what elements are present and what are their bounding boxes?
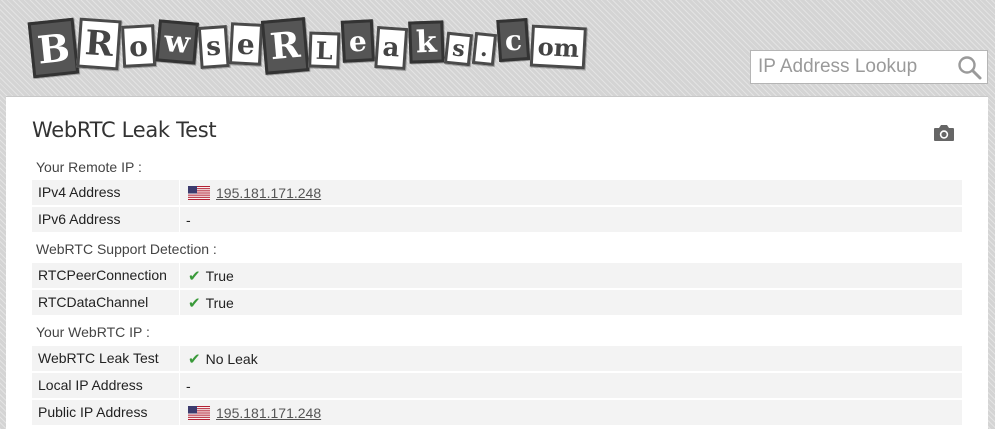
- row-value: -: [186, 211, 191, 228]
- ip-lookup-search: [750, 50, 988, 84]
- row-value: ✔ True: [180, 290, 234, 315]
- logo-letter: c: [496, 17, 530, 63]
- table-row: WebRTC Leak Test ✔ No Leak: [32, 346, 962, 371]
- status-text: True: [205, 267, 234, 284]
- logo-letter: e: [228, 22, 263, 66]
- logo-letter: L: [308, 31, 341, 69]
- logo-letter: om: [529, 24, 588, 70]
- page-title: WebRTC Leak Test: [32, 118, 217, 142]
- section-label-webrtc-ip: Your WebRTC IP :: [36, 324, 150, 340]
- logo-letter: R: [261, 17, 310, 75]
- row-value: 195.181.171.248: [180, 180, 321, 205]
- row-value: 195.181.171.248: [180, 400, 321, 425]
- table-row: RTCDataChannel ✔ True: [32, 290, 962, 315]
- checkmark-icon: ✔: [188, 349, 201, 368]
- row-value: ✔ True: [180, 263, 234, 288]
- logo-letter: e: [340, 19, 375, 63]
- table-row: Local IP Address -: [32, 373, 962, 398]
- site-header: B R o w s e R L e a k s . c om: [0, 0, 995, 96]
- row-value: -: [186, 377, 191, 394]
- table-row: IPv4 Address 195.181.171.248: [32, 180, 962, 205]
- camera-icon[interactable]: [932, 123, 956, 143]
- webrtc-panel: WebRTC Leak Test Your Remote IP : IPv4 A…: [6, 96, 988, 429]
- row-key: Local IP Address: [32, 373, 180, 398]
- us-flag-icon: [188, 405, 210, 420]
- magnifier-icon[interactable]: [957, 55, 983, 81]
- checkmark-icon: ✔: [188, 266, 201, 285]
- logo-letter: a: [374, 25, 409, 71]
- row-value: ✔ No Leak: [180, 346, 258, 371]
- us-flag-icon: [188, 185, 210, 200]
- section-label-webrtc-support: WebRTC Support Detection :: [36, 241, 217, 257]
- logo-letter: .: [471, 31, 497, 67]
- table-row: RTCPeerConnection ✔ True: [32, 263, 962, 288]
- logo-letter: R: [76, 17, 123, 71]
- section-label-remote-ip: Your Remote IP :: [36, 159, 142, 175]
- table-row: Public IP Address 195.181.171.248: [32, 400, 962, 425]
- status-text: No Leak: [205, 350, 258, 367]
- row-key: WebRTC Leak Test: [32, 346, 180, 371]
- status-text: True: [205, 294, 234, 311]
- site-logo[interactable]: B R o w s e R L e a k s . c om: [27, 8, 588, 80]
- logo-letter: o: [121, 24, 157, 68]
- row-key: RTCDataChannel: [32, 290, 180, 315]
- logo-letter: s: [443, 31, 474, 67]
- ipv4-address-link[interactable]: 195.181.171.248: [216, 185, 321, 201]
- row-key: Public IP Address: [32, 400, 180, 425]
- row-key: RTCPeerConnection: [32, 263, 180, 288]
- logo-letter: w: [155, 19, 199, 65]
- ip-lookup-input[interactable]: [751, 51, 951, 83]
- logo-letter: B: [27, 17, 80, 79]
- row-key: IPv4 Address: [32, 180, 180, 205]
- checkmark-icon: ✔: [188, 293, 201, 312]
- logo-letter: s: [197, 25, 230, 69]
- table-row: IPv6 Address -: [32, 207, 962, 232]
- row-key: IPv6 Address: [32, 207, 180, 232]
- logo-letter: k: [408, 20, 445, 64]
- public-ip-address-link[interactable]: 195.181.171.248: [216, 405, 321, 421]
